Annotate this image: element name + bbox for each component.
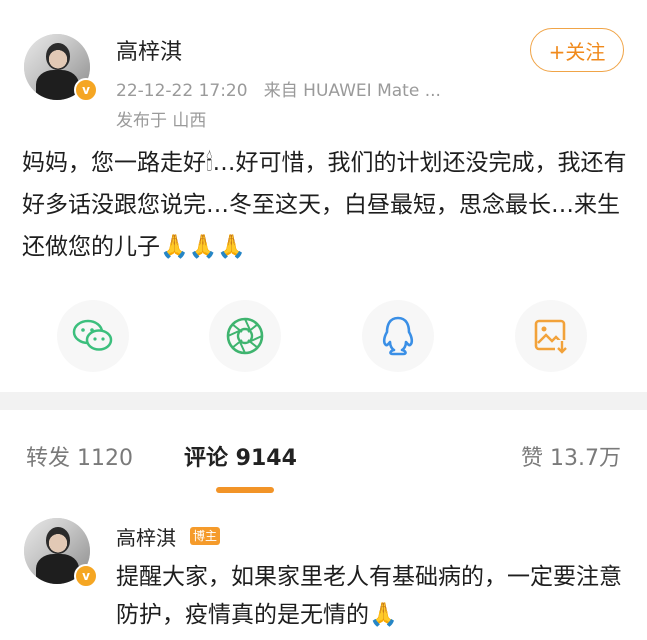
comment-author-name[interactable]: 高梓淇 xyxy=(116,522,176,551)
comments-section: 转发 1120 评论 9144 赞 13.7万 v 高梓淇 博主 提醒大家，如果… xyxy=(0,410,647,640)
follow-button[interactable]: +关注 xyxy=(530,28,624,72)
verified-badge-icon: v xyxy=(74,78,98,102)
comment-text: 提醒大家，如果家里老人有基础病的，一定要注意防护，疫情真的是无情的🙏 xyxy=(116,564,622,628)
post-content: 妈妈，您一路走好🕯…好可惜，我们的计划还没完成，我还有好多话没跟您说完…冬至这天… xyxy=(22,150,627,260)
save-image-button[interactable] xyxy=(515,300,587,372)
wechat-icon xyxy=(72,319,113,351)
tab-comments[interactable]: 评论 9144 xyxy=(184,440,297,472)
comment-verified-badge-icon: v xyxy=(74,564,98,588)
post-source: 来自 HUAWEI Mate ... xyxy=(263,81,441,101)
tab-repost[interactable]: 转发 1120 xyxy=(26,440,133,472)
active-tab-indicator xyxy=(216,487,274,493)
post-location: 发布于 山西 xyxy=(116,111,207,131)
tab-likes[interactable]: 赞 13.7万 xyxy=(521,440,621,472)
author-name[interactable]: 高梓淇 xyxy=(116,34,182,66)
author-tag-badge: 博主 xyxy=(190,527,221,545)
post-time: 22-12-22 17:20 xyxy=(116,81,248,101)
share-wechat-button[interactable] xyxy=(57,300,129,372)
post-card: v 高梓淇 22-12-22 17:20 来自 HUAWEI Mate ... … xyxy=(0,0,647,392)
share-qq-button[interactable] xyxy=(362,300,434,372)
qq-icon xyxy=(382,316,414,356)
moments-icon xyxy=(226,317,264,355)
save-image-icon xyxy=(534,319,569,354)
share-moments-button[interactable] xyxy=(209,300,281,372)
post-time-source: 22-12-22 17:20 来自 HUAWEI Mate ... xyxy=(116,76,441,101)
